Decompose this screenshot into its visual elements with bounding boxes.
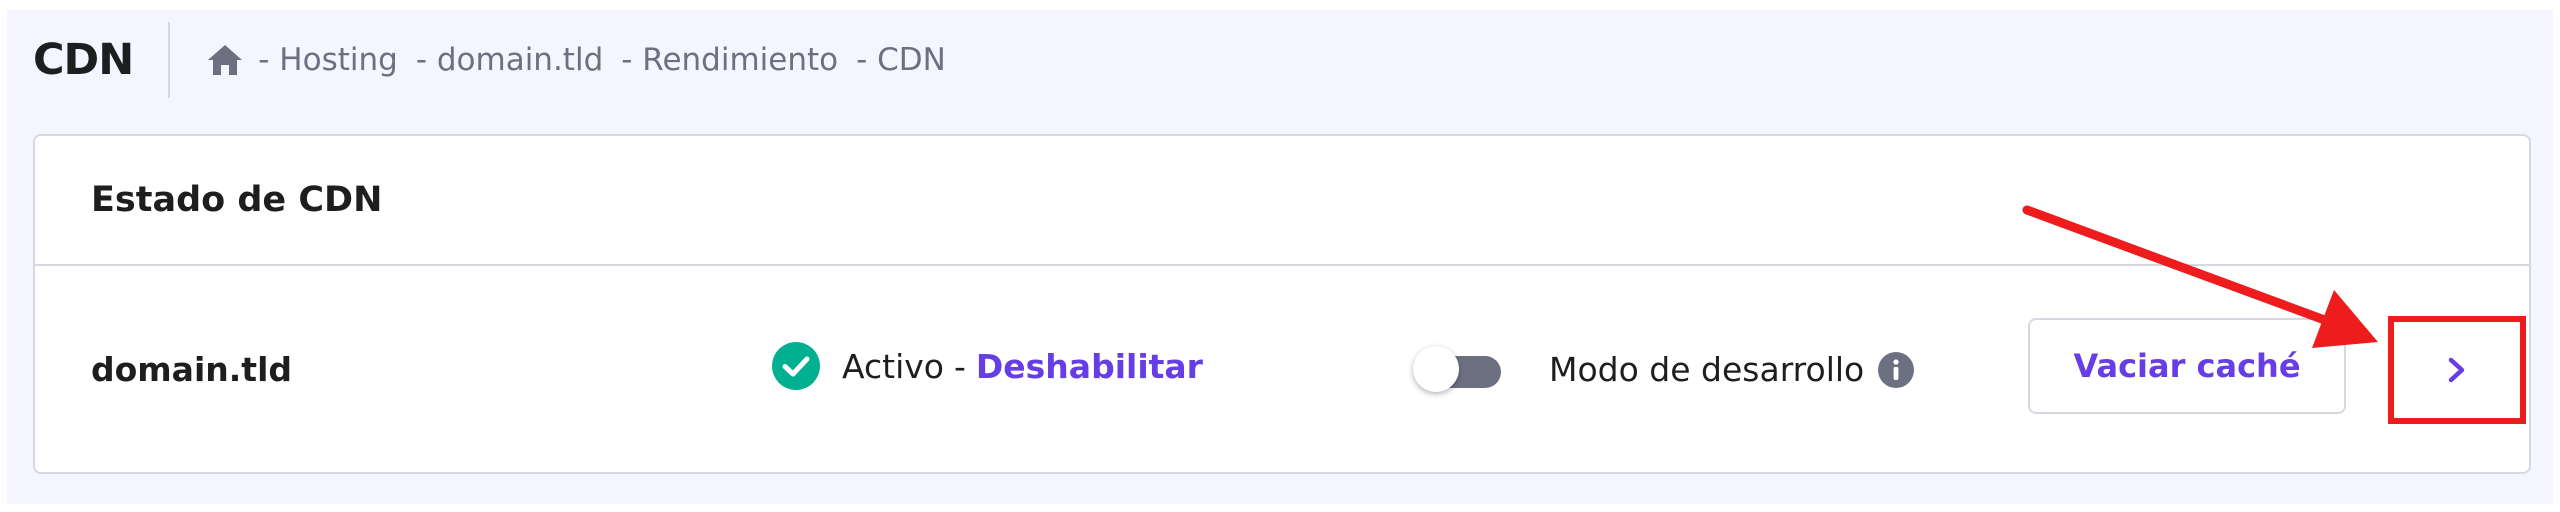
breadcrumb-item-hosting[interactable]: - Hosting [258,42,398,78]
expand-button[interactable] [2388,316,2526,424]
breadcrumb-item-performance[interactable]: - Rendimiento [621,42,838,78]
status-label: Activo [842,346,944,386]
breadcrumb-item-cdn: - CDN [856,42,946,78]
cdn-status-card: Estado de CDN domain.tld Activo - Deshab… [33,134,2531,474]
page-title: CDN [33,35,134,85]
breadcrumb: - Hosting - domain.tld - Rendimiento - C… [206,42,964,78]
dev-mode-toggle[interactable] [1413,345,1503,392]
card-title: Estado de CDN [91,180,383,220]
chevron-right-icon [2448,357,2465,383]
toggle-knob [1413,345,1459,392]
page-header: CDN - Hosting - domain.tld - Rendimiento… [33,22,964,98]
breadcrumb-item-domain[interactable]: - domain.tld [416,42,603,78]
dev-mode-label: Modo de desarrollo [1549,350,1865,389]
dev-mode-control: Modo de desarrollo [1413,345,1915,392]
info-icon[interactable] [1878,351,1915,388]
cdn-status: Activo - Deshabilitar [772,342,1203,390]
cdn-domain-row: domain.tld Activo - Deshabilitar Modo de… [35,266,2529,470]
domain-name: domain.tld [91,350,292,389]
status-separator: - [953,346,966,386]
disable-cdn-link[interactable]: Deshabilitar [976,347,1203,386]
card-header: Estado de CDN [35,136,2529,266]
home-icon[interactable] [206,43,244,77]
check-circle-icon [772,342,820,390]
purge-cache-button[interactable]: Vaciar caché [2028,318,2346,414]
header-divider [168,22,171,98]
